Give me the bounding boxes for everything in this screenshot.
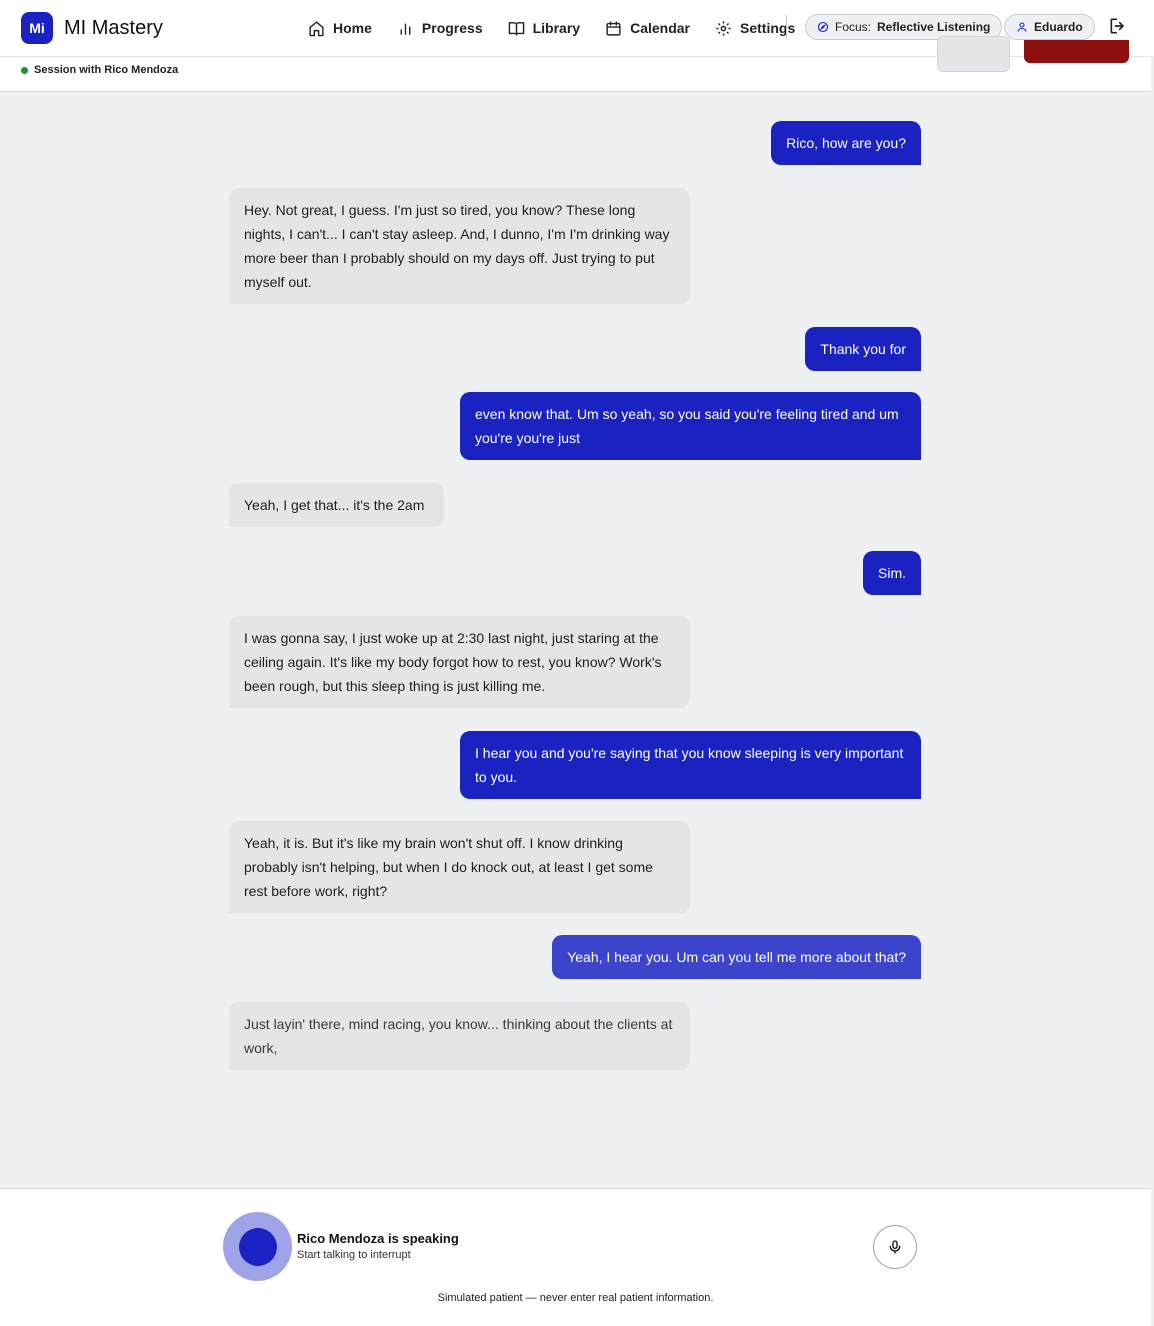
user-message: Thank you for <box>805 327 921 371</box>
logo-text: Mi <box>29 20 45 36</box>
speaking-status: Rico Mendoza is speaking <box>297 1231 459 1246</box>
nav-item-label: Home <box>333 20 372 36</box>
speaking-hint: Start talking to interrupt <box>297 1249 411 1261</box>
nav-item-label: Progress <box>421 20 483 36</box>
nav-item-calendar[interactable]: Calendar <box>605 20 690 37</box>
patient-message: Hey. Not great, I guess. I'm just so tir… <box>229 188 690 304</box>
voice-control-bar: Rico Mendoza is speaking Start talking t… <box>0 1188 1151 1326</box>
patient-message: I was gonna say, I just woke up at 2:30 … <box>229 616 690 708</box>
microphone-button[interactable] <box>873 1225 917 1269</box>
app-title[interactable]: MI Mastery <box>64 17 163 40</box>
session-secondary-button[interactable] <box>937 36 1010 72</box>
speaking-indicator <box>223 1212 292 1281</box>
calendar-icon <box>606 20 621 36</box>
compass-icon <box>817 21 829 33</box>
user-message: Yeah, I hear you. Um can you tell me mor… <box>552 935 921 979</box>
focus-prefix: Focus: <box>835 20 872 34</box>
patient-message: Yeah, I get that... it's the 2am <box>229 483 444 527</box>
app-logo[interactable]: Mi <box>21 12 53 44</box>
logout-icon[interactable] <box>1108 16 1128 36</box>
session-label: Session with Rico Mendoza <box>21 64 178 76</box>
user-message: Sim. <box>863 551 921 595</box>
bar-chart-icon <box>400 23 411 35</box>
speaking-orb <box>238 1227 277 1266</box>
user-icon <box>1017 22 1027 32</box>
microphone-icon <box>889 1240 901 1254</box>
user-message: Rico, how are you? <box>771 121 921 165</box>
nav-item-settings[interactable]: Settings <box>715 20 795 37</box>
nav-item-progress[interactable]: Progress <box>397 20 483 37</box>
patient-message: Yeah, it is. But it's like my brain won'… <box>229 821 690 913</box>
nav-item-label: Calendar <box>630 20 690 36</box>
conversation: Rico, how are you? Hey. Not great, I gue… <box>229 92 921 1188</box>
nav-divider <box>786 15 787 39</box>
nav-item-library[interactable]: Library <box>508 20 580 37</box>
disclaimer: Simulated patient — never enter real pat… <box>437 1292 714 1304</box>
nav-item-label: Library <box>532 20 581 36</box>
live-status-dot <box>21 66 28 74</box>
user-name: Eduardo <box>1034 20 1083 34</box>
main-nav: Home Progress Library Calendar Settings <box>308 0 820 56</box>
session-title: Session with Rico Mendoza <box>34 64 179 76</box>
user-pill[interactable]: Eduardo <box>1004 14 1095 40</box>
user-message: I hear you and you're saying that you kn… <box>460 731 921 799</box>
nav-item-home[interactable]: Home <box>308 20 372 37</box>
focus-value: Reflective Listening <box>877 20 991 34</box>
user-message: even know that. Um so yeah, so you said … <box>460 392 921 460</box>
gear-icon <box>716 20 731 36</box>
end-session-button[interactable] <box>1024 40 1129 63</box>
patient-message-streaming: Just layin' there, mind racing, you know… <box>229 1002 690 1070</box>
home-icon <box>309 20 324 36</box>
book-icon <box>508 21 524 36</box>
